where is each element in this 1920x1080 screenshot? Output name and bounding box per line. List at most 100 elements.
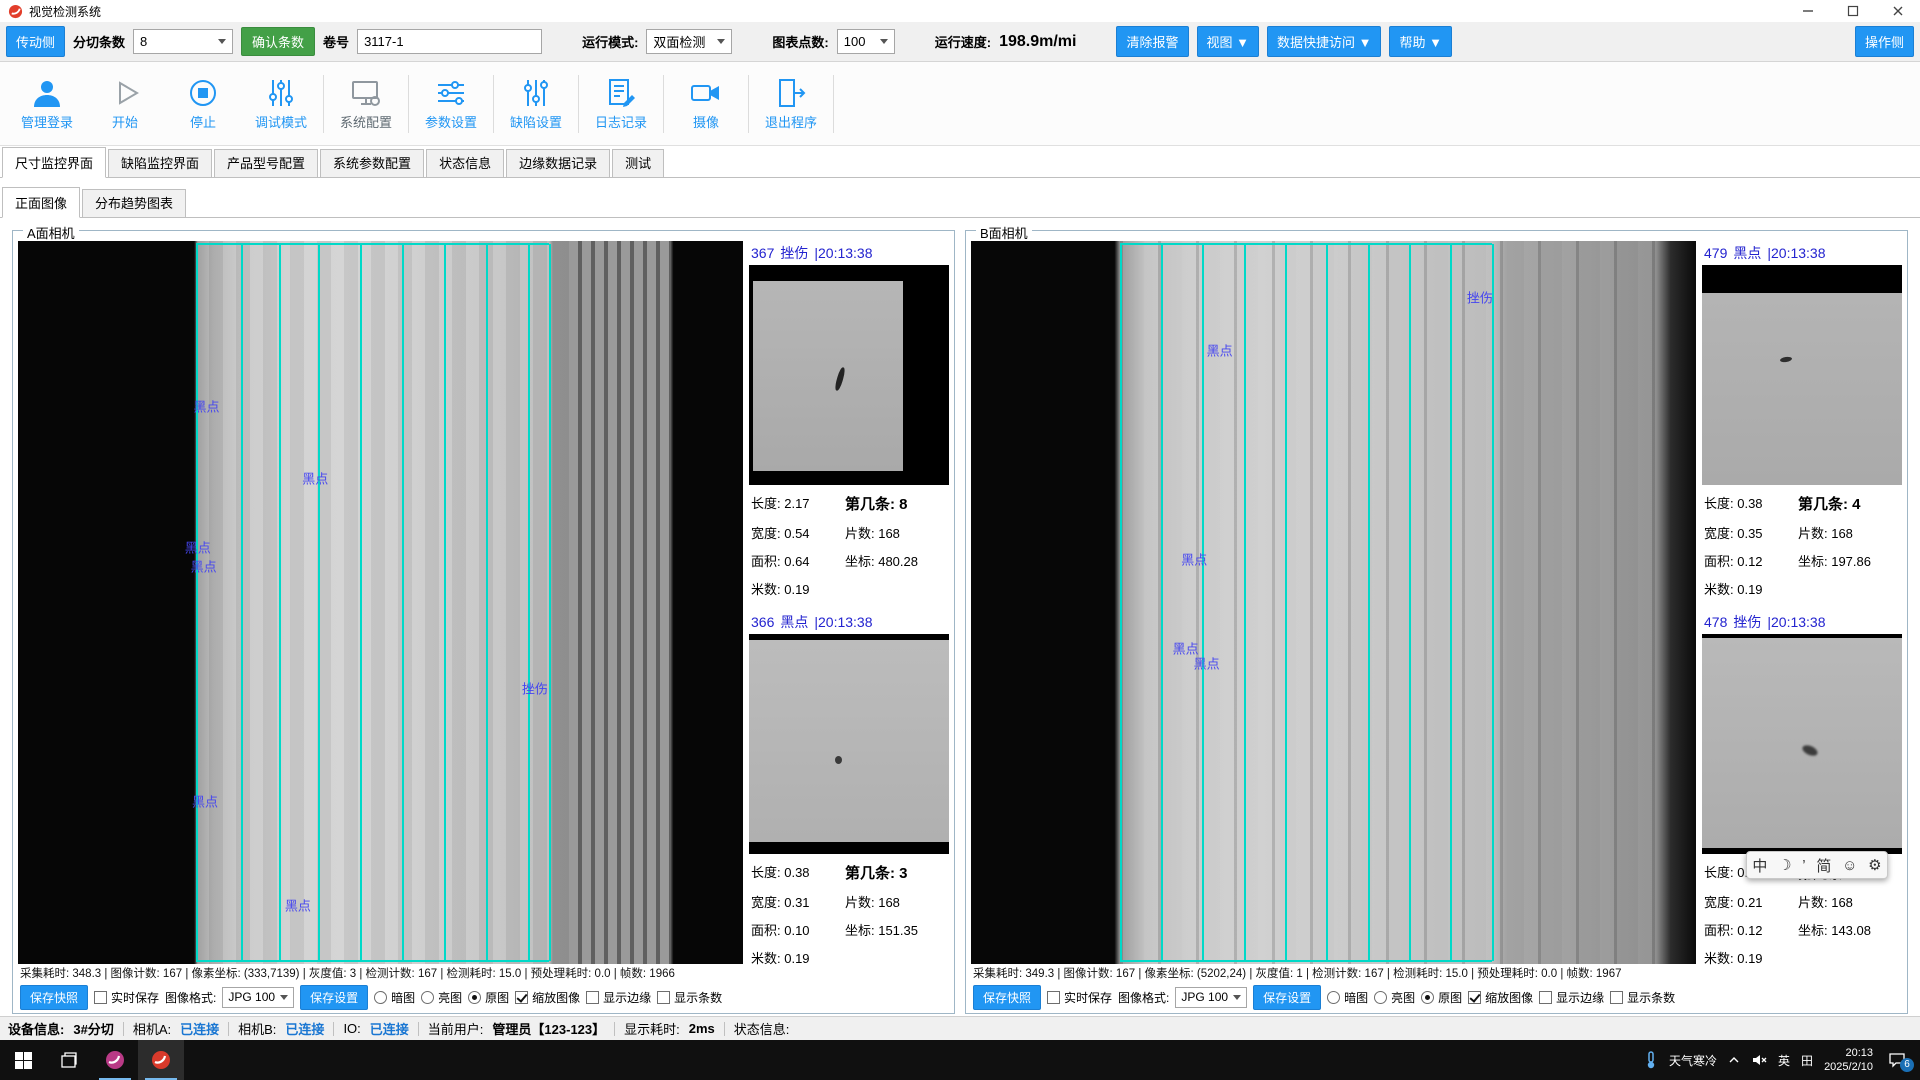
run-mode-select[interactable]: 双面检测 [646,29,732,54]
defect-thumbnail[interactable] [1702,265,1902,485]
defect-thumbnail[interactable] [1702,634,1902,854]
language-indicator[interactable]: 英 [1778,1052,1790,1069]
strip-boundary-line [360,244,362,961]
slit-count-select[interactable]: 8 [133,29,233,54]
view-menu-button[interactable]: 视图 ▼ [1197,26,1259,57]
windows-logo-icon [15,1052,32,1069]
stat-area: 面积: 0.64 [751,551,845,570]
original-image-radio[interactable]: 原图 [468,989,509,1006]
action-log[interactable]: 日志记录 [582,77,660,131]
tab-test[interactable]: 测试 [612,149,664,177]
maximize-icon [1847,5,1859,17]
action-capture[interactable]: 摄像 [667,77,745,131]
maximize-button[interactable] [1830,0,1875,22]
defect-overlay-label: 黑点 [285,896,311,915]
show-edges-checkbox[interactable]: 显示边缘 [586,989,651,1006]
tab-front-image[interactable]: 正面图像 [2,187,80,218]
weather-text[interactable]: 天气寒冷 [1669,1052,1717,1069]
save-settings-button[interactable]: 保存设置 [300,985,368,1010]
tab-status-info[interactable]: 状态信息 [426,149,504,177]
ime-simplified-indicator[interactable]: 简 [1816,855,1831,876]
snapshot-button[interactable]: 保存快照 [20,985,88,1010]
panel-camera-a: A面相机 [12,230,955,1014]
bright-image-radio[interactable]: 亮图 [421,989,462,1006]
defect-mark [1801,743,1819,758]
snapshot-button[interactable]: 保存快照 [973,985,1041,1010]
taskbar-app-2-active[interactable] [138,1040,184,1080]
dark-image-radio[interactable]: 暗图 [374,989,415,1006]
clear-alarm-button[interactable]: 清除报警 [1116,26,1188,57]
data-quick-access-menu-button[interactable]: 数据快捷访问 ▼ [1267,26,1381,57]
defect-thumbnail[interactable] [749,265,949,485]
close-button[interactable] [1875,0,1920,22]
app-icon [150,1049,172,1071]
toolbar-separator [833,75,834,133]
realtime-save-checkbox[interactable]: 实时保存 [94,989,159,1006]
start-button[interactable] [0,1040,46,1080]
speaker-muted-icon[interactable] [1751,1052,1767,1068]
original-image-radio[interactable]: 原图 [1421,989,1462,1006]
stat-empty [845,579,947,598]
zoom-image-checkbox[interactable]: 缩放图像 [515,989,580,1006]
action-label: 管理登录 [21,112,73,131]
action-center-button[interactable]: 6 [1884,1047,1910,1073]
tray-expand-icon[interactable] [1728,1054,1740,1066]
defect-type: 挫伤 [780,243,808,263]
taskbar-app-1[interactable] [92,1040,138,1080]
ime-emoji-icon[interactable]: ☺ [1842,857,1857,874]
action-start[interactable]: 开始 [86,77,164,131]
strip-boundary-line [402,244,404,961]
ime-settings-gear-icon[interactable]: ⚙ [1868,856,1881,874]
save-settings-button[interactable]: 保存设置 [1253,985,1321,1010]
confirm-count-button[interactable]: 确认条数 [241,27,315,56]
action-stop[interactable]: 停止 [164,77,242,131]
dark-image-radio[interactable]: 暗图 [1327,989,1368,1006]
stat-coordinate: 坐标: 197.86 [1798,551,1900,570]
bright-image-radio[interactable]: 亮图 [1374,989,1415,1006]
action-param-settings[interactable]: 参数设置 [412,77,490,131]
strip-boundary-line [196,244,198,961]
action-system-config[interactable]: 系统配置 [327,77,405,131]
ime-punctuation-icon[interactable]: ’ [1802,857,1805,874]
checkbox-icon [94,991,107,1004]
show-edges-checkbox[interactable]: 显示边缘 [1539,989,1604,1006]
roll-number-input[interactable]: 3117-1 [357,29,542,54]
image-format-select[interactable]: JPG 100 [1175,987,1247,1008]
action-defect-settings[interactable]: 缺陷设置 [497,77,575,131]
show-strips-checkbox[interactable]: 显示条数 [657,989,722,1006]
action-debug-mode[interactable]: 调试模式 [242,77,320,131]
show-strips-checkbox[interactable]: 显示条数 [1610,989,1675,1006]
tab-product-model[interactable]: 产品型号配置 [214,149,318,177]
checkbox-icon [1047,991,1060,1004]
tab-size-monitor[interactable]: 尺寸监控界面 [2,147,106,178]
user-icon [31,77,63,109]
thermometer-icon[interactable] [1644,1051,1658,1069]
help-menu-button[interactable]: 帮助 ▼ [1389,26,1451,57]
ime-fullwidth-icon[interactable]: ☽ [1778,856,1791,874]
tab-distribution-chart[interactable]: 分布趋势图表 [82,189,186,217]
defect-time: |20:13:38 [814,614,872,630]
tab-defect-monitor[interactable]: 缺陷监控界面 [108,149,212,177]
zoom-image-checkbox[interactable]: 缩放图像 [1468,989,1533,1006]
realtime-save-checkbox[interactable]: 实时保存 [1047,989,1112,1006]
task-view-button[interactable] [46,1040,92,1080]
image-format-select[interactable]: JPG 100 [222,987,294,1008]
defect-overlay-label: 黑点 [1181,550,1207,569]
ime-mode-indicator[interactable]: 中 [1752,855,1767,876]
action-admin-login[interactable]: 管理登录 [8,77,86,131]
defect-thumbnail[interactable] [749,634,949,854]
drive-side-button[interactable]: 传动侧 [6,26,65,57]
defect-card: 366 黑点 |20:13:38 长度: 0.38 第几条: 3 [749,610,949,967]
taskbar-clock[interactable]: 20:13 2025/2/10 [1824,1046,1873,1074]
radio-label: 暗图 [391,989,415,1006]
chart-points-select[interactable]: 100 [837,29,895,54]
checkbox-icon [1539,991,1552,1004]
ime-grid-icon[interactable]: 田 [1801,1052,1813,1069]
action-exit[interactable]: 退出程序 [752,77,830,131]
operate-side-button[interactable]: 操作侧 [1855,26,1914,57]
tab-edge-data[interactable]: 边缘数据记录 [506,149,610,177]
minimize-button[interactable] [1785,0,1830,22]
task-view-icon [60,1051,78,1069]
tab-system-params[interactable]: 系统参数配置 [320,149,424,177]
defect-overlay-label: 黑点 [1207,341,1233,360]
